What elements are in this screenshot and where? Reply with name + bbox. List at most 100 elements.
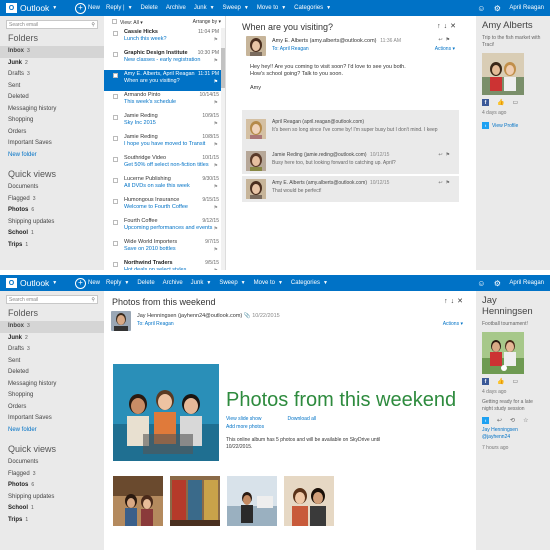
- folder-junk[interactable]: Junk 2: [0, 333, 104, 345]
- view-profile-link[interactable]: t View Profile: [482, 122, 544, 129]
- junk-button[interactable]: Junk ▼: [191, 280, 212, 286]
- reply-icon[interactable]: ↩: [438, 152, 445, 158]
- list-item[interactable]: Southridge Video Get 50% off select non-f…: [104, 154, 225, 175]
- flag-icon[interactable]: ⚑: [214, 205, 218, 212]
- photo-thumbnail[interactable]: [284, 476, 334, 526]
- categories-button[interactable]: Categories ▼: [294, 5, 331, 11]
- row-checkbox[interactable]: [113, 157, 118, 162]
- sender[interactable]: Amy E. Alberts (amy.alberts@outlook.com): [272, 38, 377, 44]
- flag-icon[interactable]: ⚑: [214, 163, 218, 170]
- quick-trips[interactable]: Trips 1: [0, 240, 104, 252]
- list-item[interactable]: Armando Pinto This week's schedule 10/14/1…: [104, 91, 225, 112]
- thread-message[interactable]: April Reagan (april.reagan@outlook.com) …: [242, 110, 459, 148]
- row-checkbox[interactable]: [113, 73, 118, 78]
- list-item[interactable]: Jamie Reding I hope you have moved to Tra…: [104, 133, 225, 154]
- quick-documents[interactable]: Documents: [0, 182, 104, 194]
- like-icon[interactable]: 👍: [497, 378, 504, 385]
- comment-icon[interactable]: ▭: [512, 378, 518, 385]
- outlook-logo[interactable]: O Outlook ▼: [0, 278, 75, 288]
- archive-button[interactable]: Archive: [163, 280, 183, 286]
- folder-messaging-history[interactable]: Messaging history: [0, 104, 104, 116]
- quick-photos[interactable]: Photos 6: [0, 480, 104, 492]
- folders-header[interactable]: Folders: [0, 308, 104, 318]
- folder-orders[interactable]: Orders: [0, 127, 104, 139]
- folder-inbox[interactable]: Inbox 3: [0, 46, 104, 58]
- flag-icon[interactable]: ⚑: [214, 247, 218, 254]
- row-checkbox[interactable]: [113, 52, 118, 57]
- row-checkbox[interactable]: [113, 136, 118, 141]
- quick-photos[interactable]: Photos 6: [0, 205, 104, 217]
- recipient[interactable]: To: April Reagan: [272, 46, 309, 52]
- gear-icon[interactable]: ⚙: [489, 275, 505, 291]
- chat-icon[interactable]: ☺: [473, 275, 489, 291]
- row-checkbox[interactable]: [113, 178, 118, 183]
- flag-icon[interactable]: ⚑: [446, 180, 453, 186]
- flag-icon[interactable]: ⚑: [214, 37, 218, 44]
- row-checkbox[interactable]: [113, 94, 118, 99]
- quick-school[interactable]: School 1: [0, 228, 104, 240]
- actions-menu[interactable]: Actions ▾: [435, 46, 455, 52]
- folder-shopping[interactable]: Shopping: [0, 115, 104, 127]
- delete-button[interactable]: Delete: [141, 5, 158, 11]
- new-button[interactable]: + New: [75, 277, 100, 289]
- delete-button[interactable]: Delete: [137, 280, 154, 286]
- junk-button[interactable]: Junk ▼: [194, 5, 215, 11]
- user-name[interactable]: April Reagan: [505, 5, 550, 11]
- facebook-icon[interactable]: f: [482, 99, 489, 106]
- row-checkbox[interactable]: [113, 199, 118, 204]
- search-icon[interactable]: ⚲: [91, 297, 95, 303]
- new-folder-link[interactable]: New folder: [0, 425, 104, 437]
- categories-button[interactable]: Categories ▼: [291, 280, 328, 286]
- move-to-button[interactable]: Move to ▼: [257, 5, 286, 11]
- list-scrollbar[interactable]: [221, 28, 225, 270]
- row-checkbox[interactable]: [113, 115, 118, 120]
- thread-message[interactable]: Jamie Reding (jamie.reding@outlook.com) …: [242, 148, 459, 174]
- row-checkbox[interactable]: [113, 31, 118, 36]
- search-input[interactable]: Search email ⚲: [6, 20, 98, 29]
- folder-shopping[interactable]: Shopping: [0, 390, 104, 402]
- row-checkbox[interactable]: [113, 262, 118, 267]
- folder-junk[interactable]: Junk 2: [0, 58, 104, 70]
- move-to-button[interactable]: Move to ▼: [254, 280, 283, 286]
- flag-icon[interactable]: ⚑: [214, 100, 218, 107]
- status-photo[interactable]: [482, 53, 524, 95]
- quick-documents[interactable]: Documents: [0, 457, 104, 469]
- scrollbar-thumb[interactable]: [221, 48, 225, 88]
- sweep-button[interactable]: Sweep ▼: [223, 5, 249, 11]
- folder-sent[interactable]: Sent: [0, 356, 104, 368]
- flag-icon[interactable]: ⚑: [214, 184, 218, 191]
- folder-orders[interactable]: Orders: [0, 402, 104, 414]
- arrange-by[interactable]: Arrange by ▾: [193, 19, 221, 25]
- list-item[interactable]: Wide World Importers Save on 2010 bottles…: [104, 238, 225, 259]
- outlook-logo[interactable]: O Outlook ▼: [0, 3, 75, 13]
- sweep-button[interactable]: Sweep ▼: [219, 280, 245, 286]
- photo-thumbnail[interactable]: [170, 476, 220, 526]
- download-all-link[interactable]: Download all: [287, 416, 316, 422]
- quick-views-header[interactable]: Quick views: [0, 444, 104, 454]
- flag-icon[interactable]: ⚑: [214, 79, 218, 86]
- quick-shipping-updates[interactable]: Shipping updates: [0, 492, 104, 504]
- archive-button[interactable]: Archive: [166, 5, 186, 11]
- quick-school[interactable]: School 1: [0, 503, 104, 515]
- quick-shipping-updates[interactable]: Shipping updates: [0, 217, 104, 229]
- new-button[interactable]: + New: [75, 2, 100, 14]
- quick-trips[interactable]: Trips 1: [0, 515, 104, 527]
- gear-icon[interactable]: ⚙: [489, 0, 505, 16]
- view-slide-show-link[interactable]: View slide show: [226, 416, 261, 422]
- sender[interactable]: Jay Henningsen (jayhenn24@outlook.com) 📎…: [137, 313, 280, 319]
- quick-flagged[interactable]: Flagged 3: [0, 469, 104, 481]
- facebook-icon[interactable]: f: [482, 378, 489, 385]
- like-icon[interactable]: 👍: [497, 99, 504, 106]
- reply-icon[interactable]: ↩: [438, 180, 445, 186]
- folder-inbox[interactable]: Inbox 3: [0, 321, 104, 333]
- photo-thumbnail[interactable]: [227, 476, 277, 526]
- retweet-icon[interactable]: ⟲: [510, 417, 515, 424]
- folder-deleted[interactable]: Deleted: [0, 92, 104, 104]
- search-input[interactable]: Search email ⚲: [6, 295, 98, 304]
- actions-menu[interactable]: Actions ▾: [443, 321, 463, 327]
- folder-sent[interactable]: Sent: [0, 81, 104, 93]
- avatar[interactable]: [246, 36, 266, 56]
- flag-icon[interactable]: ⚑: [214, 142, 218, 149]
- add-more-photos-link[interactable]: Add more photos: [226, 424, 264, 430]
- select-all-checkbox[interactable]: [112, 18, 117, 24]
